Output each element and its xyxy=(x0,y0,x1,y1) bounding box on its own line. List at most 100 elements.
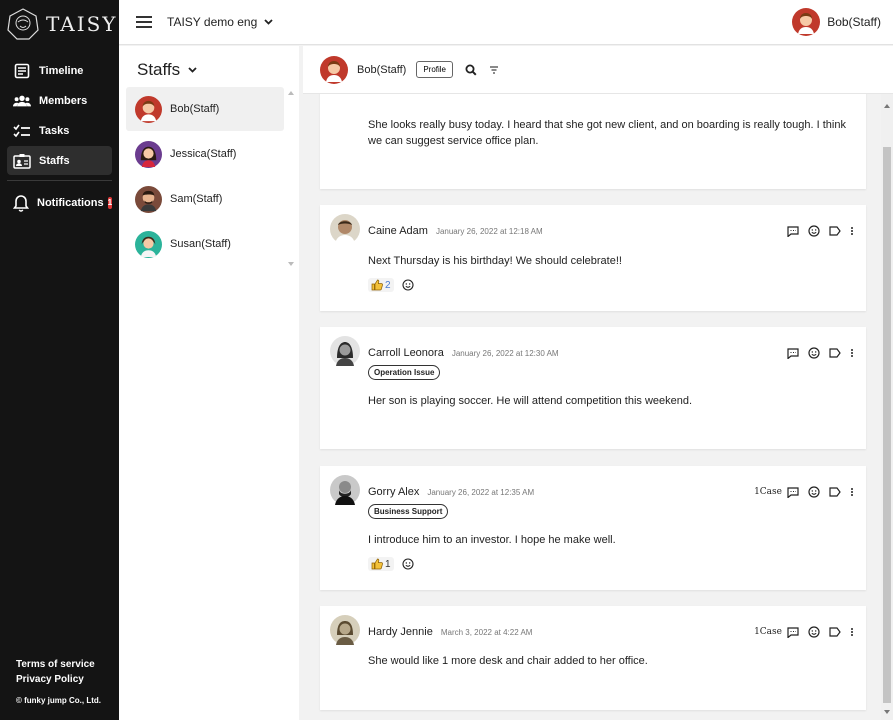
post-card: She looks really busy today. I heard tha… xyxy=(320,94,866,189)
bell-icon xyxy=(13,194,29,212)
tag-icon[interactable] xyxy=(829,226,841,236)
sidebar-item-members[interactable]: Members xyxy=(7,86,112,115)
logo[interactable]: TAISY xyxy=(7,8,118,40)
post-actions xyxy=(778,225,854,237)
more-options-icon[interactable] xyxy=(850,348,854,358)
sidebar-divider xyxy=(7,180,112,181)
thumbs-up-icon xyxy=(371,279,383,291)
filter-icon[interactable] xyxy=(489,65,499,74)
post-header: Carroll Leonora January 26, 2022 at 12:3… xyxy=(368,347,559,359)
sidebar-item-tasks[interactable]: Tasks xyxy=(7,116,112,145)
post-actions: 1Case xyxy=(754,626,854,638)
comment-icon[interactable] xyxy=(787,486,799,498)
sidebar-item-label: Tasks xyxy=(39,124,70,137)
post-body: She looks really busy today. I heard tha… xyxy=(368,119,846,147)
post-header: Gorry Alex January 26, 2022 at 12:35 AM xyxy=(368,486,534,498)
post-tag[interactable]: Operation Issue xyxy=(368,365,441,380)
workspace-selector[interactable]: TAISY demo eng xyxy=(167,15,273,29)
staff-item-bob[interactable]: Bob(Staff) xyxy=(126,87,284,131)
case-count-link[interactable]: 1Case xyxy=(754,487,782,497)
staff-item-jessica[interactable]: Jessica(Staff) xyxy=(126,132,284,176)
search-icon[interactable] xyxy=(465,64,477,76)
emoji-icon[interactable] xyxy=(808,225,820,237)
post-card: Hardy Jennie March 3, 2022 at 4:22 AM 1C… xyxy=(320,606,866,710)
tag-icon[interactable] xyxy=(829,348,841,358)
more-options-icon[interactable] xyxy=(850,627,854,637)
avatar xyxy=(135,230,162,258)
reaction-count: 2 xyxy=(385,279,391,291)
staff-panel: Staffs Bob(Staff) Jessica(Staff) Sam(Sta… xyxy=(119,46,299,720)
timeline-icon xyxy=(13,62,31,80)
post-reactions: 2 xyxy=(368,278,414,292)
post-tag[interactable]: Business Support xyxy=(368,504,449,519)
sidebar-item-label: Timeline xyxy=(39,64,84,77)
staffs-title: Staffs xyxy=(137,60,181,79)
scroll-up-arrow[interactable] xyxy=(884,104,890,108)
avatar xyxy=(330,615,360,645)
profile-button[interactable]: Profile xyxy=(416,61,454,78)
post-timestamp: January 26, 2022 at 12:18 AM xyxy=(435,227,543,236)
more-options-icon[interactable] xyxy=(850,487,854,497)
comment-icon[interactable] xyxy=(787,626,799,638)
staff-name: Jessica(Staff) xyxy=(170,148,237,160)
feed-scrollbar[interactable] xyxy=(881,94,893,720)
staff-name: Bob(Staff) xyxy=(170,103,220,115)
staffs-dropdown[interactable]: Staffs xyxy=(137,60,197,80)
post-timestamp: January 26, 2022 at 12:30 AM xyxy=(451,349,559,358)
tag-icon[interactable] xyxy=(829,627,841,637)
avatar xyxy=(135,95,162,123)
post-body: I introduce him to an investor. I hope h… xyxy=(368,534,616,546)
privacy-link[interactable]: Privacy Policy xyxy=(16,672,101,687)
sidebar-item-notifications[interactable]: Notifications 1 xyxy=(7,188,113,217)
post-header: Hardy Jennie March 3, 2022 at 4:22 AM xyxy=(368,626,532,638)
tag-icon[interactable] xyxy=(829,487,841,497)
avatar xyxy=(135,185,162,213)
emoji-icon[interactable] xyxy=(808,347,820,359)
sidebar-item-timeline[interactable]: Timeline xyxy=(7,56,112,85)
staff-item-sam[interactable]: Sam(Staff) xyxy=(126,177,284,221)
sidebar-nav: Timeline Members Tasks Staffs Notificati… xyxy=(7,56,113,218)
post-card: Carroll Leonora January 26, 2022 at 12:3… xyxy=(320,327,866,449)
post-card: Caine Adam January 26, 2022 at 12:18 AM … xyxy=(320,205,866,311)
taisy-logo-icon xyxy=(7,8,39,40)
case-count-link[interactable]: 1Case xyxy=(754,627,782,637)
chat-header-name: Bob(Staff) xyxy=(357,63,407,76)
staff-name: Susan(Staff) xyxy=(170,238,231,250)
emoji-icon[interactable] xyxy=(808,626,820,638)
terms-link[interactable]: Terms of service xyxy=(16,657,101,672)
post-timestamp: March 3, 2022 at 4:22 AM xyxy=(440,628,533,637)
current-user-menu[interactable]: Bob(Staff) xyxy=(792,8,881,36)
post-header: Caine Adam January 26, 2022 at 12:18 AM xyxy=(368,225,543,237)
scroll-down-arrow[interactable] xyxy=(884,710,890,714)
emoji-icon[interactable] xyxy=(808,486,820,498)
add-reaction-icon[interactable] xyxy=(402,279,414,291)
reaction-count: 1 xyxy=(385,558,391,570)
sidebar-item-staffs[interactable]: Staffs xyxy=(7,146,112,175)
post-author[interactable]: Carroll Leonora xyxy=(368,347,444,359)
post-author[interactable]: Hardy Jennie xyxy=(368,626,433,638)
avatar xyxy=(320,55,348,84)
post-author[interactable]: Gorry Alex xyxy=(368,486,419,498)
sidebar-footer: Terms of service Privacy Policy © funky … xyxy=(16,657,101,708)
menu-icon[interactable] xyxy=(136,16,152,28)
chevron-down-icon xyxy=(264,19,273,25)
post-reactions: 1 xyxy=(368,557,414,571)
more-options-icon[interactable] xyxy=(850,226,854,236)
current-user-name: Bob(Staff) xyxy=(827,15,881,29)
post-feed: She looks really busy today. I heard tha… xyxy=(303,94,881,720)
post-actions: 1Case xyxy=(754,486,854,498)
post-card: Gorry Alex January 26, 2022 at 12:35 AM … xyxy=(320,466,866,590)
post-body: She would like 1 more desk and chair add… xyxy=(368,655,648,667)
staff-item-susan[interactable]: Susan(Staff) xyxy=(126,222,284,266)
comment-icon[interactable] xyxy=(787,347,799,359)
post-body: Her son is playing soccer. He will atten… xyxy=(368,395,693,407)
add-reaction-icon[interactable] xyxy=(402,558,414,570)
scroll-thumb[interactable] xyxy=(883,147,891,703)
sidebar: TAISY Timeline Members Tasks Staffs Noti… xyxy=(0,0,119,720)
comment-icon[interactable] xyxy=(787,225,799,237)
thumbs-up-reaction[interactable]: 1 xyxy=(368,557,394,571)
staff-list-scrollbar[interactable] xyxy=(287,91,295,266)
chevron-down-icon xyxy=(188,67,197,73)
thumbs-up-reaction[interactable]: 2 xyxy=(368,278,394,292)
post-author[interactable]: Caine Adam xyxy=(368,225,428,237)
